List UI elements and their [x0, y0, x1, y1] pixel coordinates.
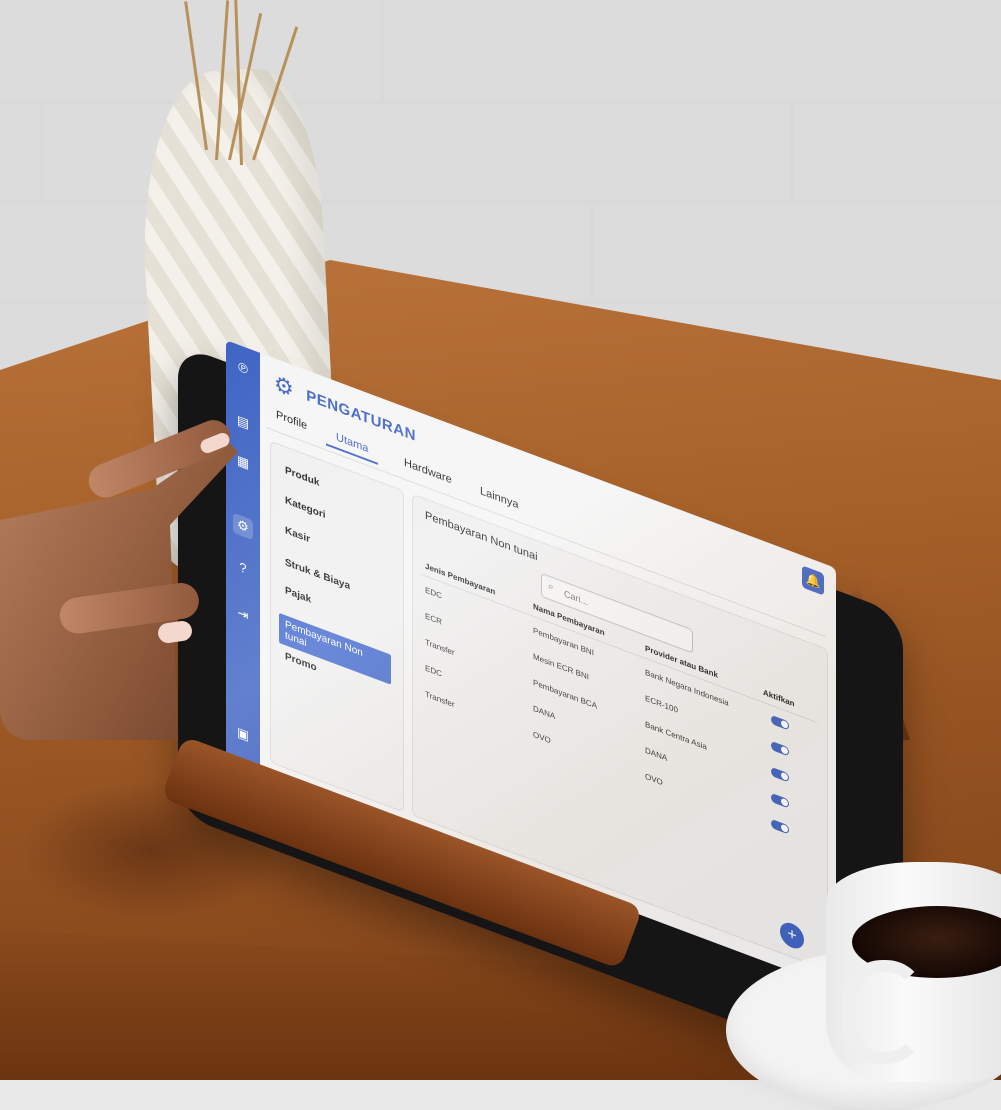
- table-cell-jenis: Transfer: [425, 689, 455, 710]
- gear-icon[interactable]: ⚙: [233, 512, 253, 541]
- table-cell-jenis: Transfer: [425, 637, 455, 658]
- brick-mortar-line: [790, 100, 794, 200]
- search-icon: ⌕: [548, 580, 554, 594]
- table-cell-nama: Mesin ECR BNI: [533, 651, 590, 682]
- table-cell-jenis: ECR: [425, 611, 442, 627]
- app-logo-icon[interactable]: ℗: [233, 355, 253, 382]
- cup-handle: [842, 960, 926, 1064]
- table-cell-provider: Bank Centra Asia: [645, 719, 707, 752]
- active-toggle[interactable]: [771, 818, 789, 835]
- table-cell-nama: Pembayaran BCA: [533, 677, 598, 711]
- table-cell-nama: Pembayaran BNI: [533, 625, 594, 658]
- active-toggle[interactable]: [771, 714, 789, 731]
- table-cell-nama: OVO: [533, 729, 551, 746]
- help-icon[interactable]: ?: [233, 555, 253, 582]
- table-cell-nama: DANA: [533, 703, 556, 722]
- app-sidebar: ℗ ▤ ▦ ⚙ ? ⇥ ▣: [226, 340, 260, 773]
- table-cell-jenis: EDC: [425, 585, 442, 601]
- table-cell-provider: ECR-100: [645, 693, 678, 715]
- gear-icon: ⚙: [274, 369, 294, 403]
- table-cell-jenis: EDC: [425, 663, 442, 679]
- active-toggle[interactable]: [771, 740, 789, 757]
- bell-icon: 🔔: [805, 570, 821, 591]
- brick-mortar-line: [590, 200, 594, 300]
- logout-icon[interactable]: ⇥: [233, 601, 253, 628]
- brick-mortar-line: [380, 0, 384, 100]
- brick-mortar-line: [40, 100, 44, 200]
- calculator-icon[interactable]: ▣: [233, 721, 253, 748]
- table-cell-provider: OVO: [645, 771, 663, 788]
- active-toggle[interactable]: [771, 766, 789, 783]
- brick-mortar-line: [0, 100, 1001, 104]
- column-header-aktifkan: Aktifkan: [763, 687, 795, 709]
- settings-menu: Produk Kategori Kasir Struk & Biaya Paja…: [270, 440, 404, 813]
- table-cell-provider: DANA: [645, 745, 668, 763]
- cash-register-icon[interactable]: ▤: [233, 409, 253, 436]
- search-input[interactable]: [562, 584, 686, 647]
- active-toggle[interactable]: [771, 792, 789, 809]
- notification-button[interactable]: 🔔: [802, 565, 824, 596]
- tab-lainnya[interactable]: Lainnya: [470, 477, 529, 519]
